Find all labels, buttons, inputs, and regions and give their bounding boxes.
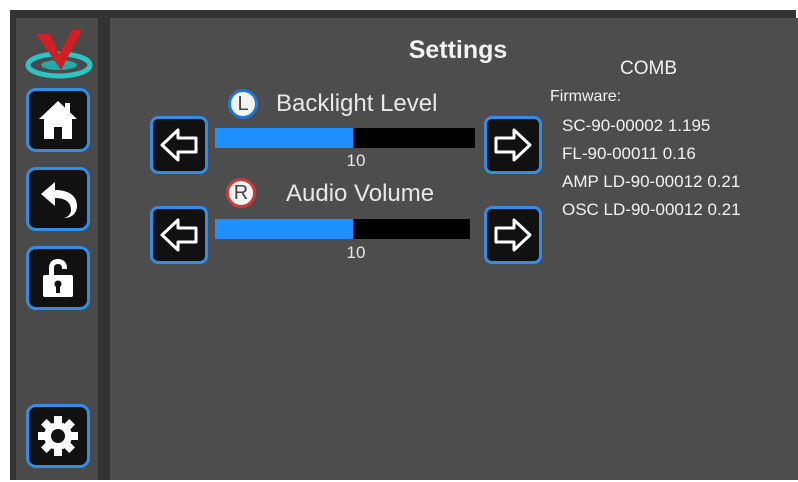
firmware-line: AMP LD-90-00012 0.21 bbox=[562, 172, 741, 191]
unlock-icon bbox=[43, 259, 73, 297]
backlight-increase-button[interactable] bbox=[484, 116, 542, 174]
firmware-line: FL-90-00011 0.16 bbox=[562, 144, 696, 163]
unlock-button[interactable] bbox=[26, 246, 90, 310]
audio-slider-track[interactable] bbox=[215, 219, 470, 239]
backlight-badge: L bbox=[228, 89, 258, 119]
right-arrow-icon bbox=[494, 128, 532, 162]
page-title: Settings bbox=[408, 36, 508, 64]
audio-value: 10 bbox=[346, 243, 366, 262]
backlight-slider-fill bbox=[215, 128, 353, 148]
main-panel bbox=[110, 18, 798, 480]
v-logo-icon bbox=[25, 30, 93, 79]
settings-button[interactable] bbox=[26, 404, 90, 468]
backlight-value: 10 bbox=[346, 151, 366, 170]
device-name: COMB bbox=[620, 58, 677, 79]
gear-icon bbox=[38, 416, 78, 456]
audio-label: Audio Volume bbox=[286, 180, 435, 207]
firmware-label: Firmware: bbox=[550, 88, 622, 105]
back-arrow-icon bbox=[41, 182, 77, 218]
audio-decrease-button[interactable] bbox=[150, 206, 208, 264]
left-arrow-icon bbox=[160, 128, 198, 162]
left-arrow-icon bbox=[160, 218, 198, 252]
backlight-slider-track[interactable] bbox=[215, 128, 475, 148]
home-button[interactable] bbox=[26, 88, 90, 152]
back-button[interactable] bbox=[26, 167, 90, 231]
audio-slider-fill bbox=[215, 219, 353, 239]
firmware-line: SC-90-00002 1.195 bbox=[562, 116, 711, 135]
firmware-line: OSC LD-90-00012 0.21 bbox=[562, 200, 741, 219]
right-arrow-icon bbox=[494, 218, 532, 252]
backlight-decrease-button[interactable] bbox=[150, 116, 208, 174]
home-icon bbox=[39, 101, 77, 139]
backlight-label: Backlight Level bbox=[276, 90, 438, 117]
audio-badge: R bbox=[226, 178, 256, 208]
audio-increase-button[interactable] bbox=[484, 206, 542, 264]
